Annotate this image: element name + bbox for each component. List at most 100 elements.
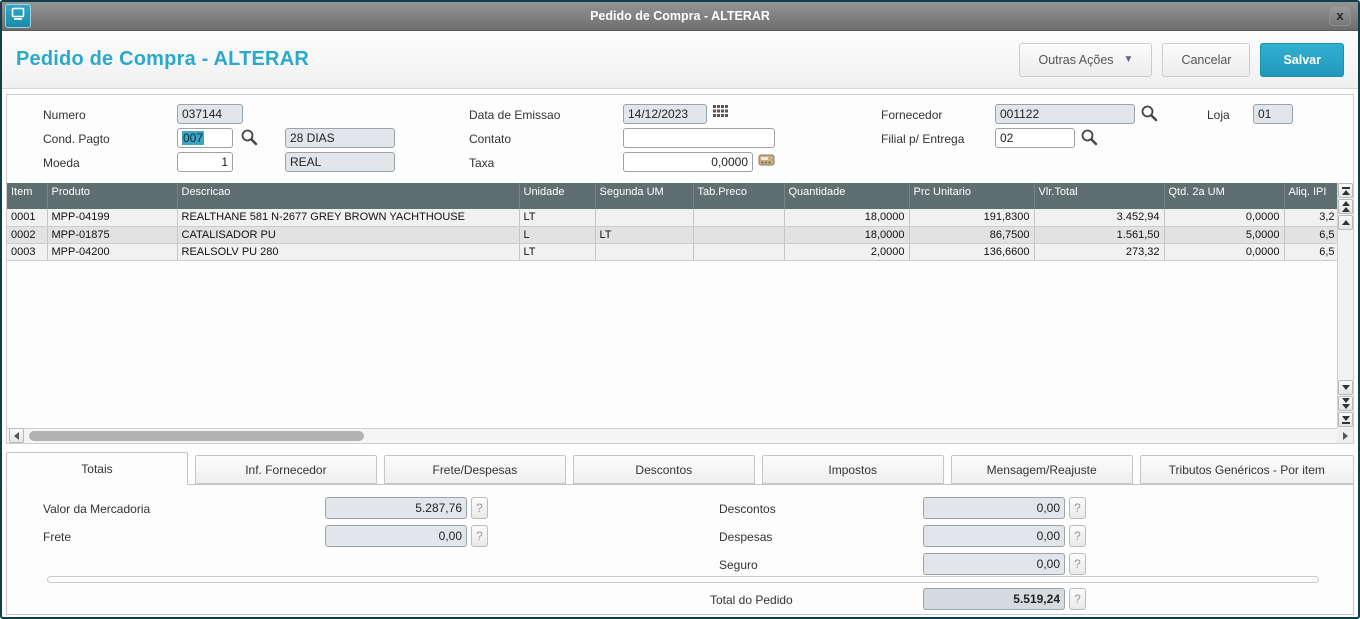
calculator-icon[interactable] <box>758 153 776 171</box>
cell-prc-unitario[interactable]: 136,6600 <box>909 243 1034 260</box>
cell-prc-unitario[interactable]: 86,7500 <box>909 226 1034 243</box>
tab-impostos[interactable]: Impostos <box>762 455 944 484</box>
col-item[interactable]: Item <box>7 183 47 209</box>
scroll-up-icon[interactable] <box>1338 215 1353 230</box>
cell-item[interactable]: 0001 <box>7 209 47 226</box>
outras-acoes-button[interactable]: Outras Ações ▼ <box>1019 43 1152 77</box>
grid-vertical-scrollbar[interactable] <box>1337 183 1353 428</box>
help-icon[interactable]: ? <box>1069 588 1086 610</box>
contato-field[interactable] <box>623 128 775 148</box>
moeda-field[interactable] <box>177 152 233 172</box>
help-icon[interactable]: ? <box>471 497 488 519</box>
tab-inf-fornecedor[interactable]: Inf. Fornecedor <box>195 455 377 484</box>
frete-field[interactable] <box>325 525 467 547</box>
total-pedido-label: Total do Pedido <box>710 593 793 607</box>
cell-quantidade[interactable]: 18,0000 <box>784 226 909 243</box>
cell-aliq-ipi[interactable]: 6,5 <box>1284 226 1339 243</box>
col-quantidade[interactable]: Quantidade <box>784 183 909 209</box>
cell-vlr-total[interactable]: 1.561,50 <box>1034 226 1164 243</box>
cell-produto[interactable]: MPP-04200 <box>47 243 177 260</box>
fornecedor-search-icon[interactable] <box>1140 104 1158 122</box>
scroll-page-down-icon[interactable] <box>1338 396 1353 411</box>
table-row[interactable]: 0003 MPP-04200 REALSOLV PU 280 LT 2,0000… <box>7 243 1339 260</box>
tab-frete-despesas[interactable]: Frete/Despesas <box>384 455 566 484</box>
cell-vlr-total[interactable]: 3.452,94 <box>1034 209 1164 226</box>
cond-pagto-field[interactable]: 007 <box>177 128 233 148</box>
cell-quantidade[interactable]: 18,0000 <box>784 209 909 226</box>
cell-quantidade[interactable]: 2,0000 <box>784 243 909 260</box>
cell-descricao[interactable]: REALSOLV PU 280 <box>177 243 519 260</box>
cell-qtd-2a-um[interactable]: 5,0000 <box>1164 226 1284 243</box>
cell-qtd-2a-um[interactable]: 0,0000 <box>1164 209 1284 226</box>
cell-item[interactable]: 0003 <box>7 243 47 260</box>
cell-vlr-total[interactable]: 273,32 <box>1034 243 1164 260</box>
cell-tab-preco[interactable] <box>693 209 784 226</box>
cell-item[interactable]: 0002 <box>7 226 47 243</box>
total-pedido-field[interactable] <box>923 588 1065 610</box>
col-produto[interactable]: Produto <box>47 183 177 209</box>
col-segunda-um[interactable]: Segunda UM <box>595 183 693 209</box>
close-icon[interactable]: x <box>1329 6 1351 26</box>
tab-descontos[interactable]: Descontos <box>573 455 755 484</box>
despesas-field[interactable] <box>923 525 1065 547</box>
tab-tributos-genericos[interactable]: Tributos Genéricos - Por item <box>1140 455 1354 484</box>
cell-descricao[interactable]: CATALISADOR PU <box>177 226 519 243</box>
valor-mercadoria-field[interactable] <box>325 497 467 519</box>
col-tab-preco[interactable]: Tab.Preco <box>693 183 784 209</box>
window-title: Pedido de Compra - ALTERAR <box>2 9 1358 23</box>
cancelar-button[interactable]: Cancelar <box>1162 43 1250 77</box>
moeda-desc-field[interactable] <box>285 152 395 172</box>
tab-mensagem-reajuste[interactable]: Mensagem/Reajuste <box>951 455 1133 484</box>
cell-aliq-ipi[interactable]: 3,2 <box>1284 209 1339 226</box>
cond-pagto-desc-field[interactable] <box>285 128 395 148</box>
descontos-field[interactable] <box>923 497 1065 519</box>
scroll-down-icon[interactable] <box>1338 380 1353 395</box>
scroll-left-icon[interactable] <box>9 428 24 443</box>
cell-segunda-um[interactable] <box>595 209 693 226</box>
col-vlr-total[interactable]: Vlr.Total <box>1034 183 1164 209</box>
calendar-icon[interactable] <box>713 105 731 123</box>
fornecedor-field[interactable] <box>995 104 1135 124</box>
cell-qtd-2a-um[interactable]: 0,0000 <box>1164 243 1284 260</box>
help-icon[interactable]: ? <box>1069 553 1086 575</box>
hscroll-thumb[interactable] <box>29 431 364 441</box>
help-icon[interactable]: ? <box>471 525 488 547</box>
tab-totais[interactable]: Totais <box>6 452 188 485</box>
scroll-right-icon[interactable] <box>1337 428 1353 443</box>
filial-entrega-field[interactable] <box>995 128 1075 148</box>
data-emissao-field[interactable] <box>623 104 707 124</box>
seguro-field[interactable] <box>923 553 1065 575</box>
cell-produto[interactable]: MPP-04199 <box>47 209 177 226</box>
col-unidade[interactable]: Unidade <box>519 183 595 209</box>
cell-unidade[interactable]: L <box>519 226 595 243</box>
col-qtd-2a-um[interactable]: Qtd. 2a UM <box>1164 183 1284 209</box>
table-row[interactable]: 0002 MPP-01875 CATALISADOR PU L LT 18,00… <box>7 226 1339 243</box>
col-descricao[interactable]: Descricao <box>177 183 519 209</box>
help-icon[interactable]: ? <box>1069 497 1086 519</box>
taxa-field[interactable] <box>623 152 753 172</box>
col-prc-unitario[interactable]: Prc Unitario <box>909 183 1034 209</box>
table-row[interactable]: 0001 MPP-04199 REALTHANE 581 N-2677 GREY… <box>7 209 1339 226</box>
scroll-to-bottom-icon[interactable] <box>1338 412 1353 427</box>
cell-segunda-um[interactable]: LT <box>595 226 693 243</box>
cond-pagto-search-icon[interactable] <box>240 128 258 146</box>
cell-aliq-ipi[interactable]: 6,5 <box>1284 243 1339 260</box>
cell-tab-preco[interactable] <box>693 243 784 260</box>
vscroll-track[interactable] <box>1338 231 1353 380</box>
scroll-to-top-icon[interactable] <box>1338 183 1353 198</box>
loja-field[interactable] <box>1253 104 1293 124</box>
col-aliq-ipi[interactable]: Aliq. IPI <box>1284 183 1339 209</box>
cell-prc-unitario[interactable]: 191,8300 <box>909 209 1034 226</box>
grid-horizontal-scrollbar[interactable] <box>7 428 1337 443</box>
numero-field[interactable] <box>177 104 243 124</box>
cell-produto[interactable]: MPP-01875 <box>47 226 177 243</box>
help-icon[interactable]: ? <box>1069 525 1086 547</box>
cell-unidade[interactable]: LT <box>519 209 595 226</box>
filial-entrega-search-icon[interactable] <box>1080 128 1098 146</box>
scroll-page-up-icon[interactable] <box>1338 199 1353 214</box>
cell-descricao[interactable]: REALTHANE 581 N-2677 GREY BROWN YACHTHOU… <box>177 209 519 226</box>
cell-unidade[interactable]: LT <box>519 243 595 260</box>
cell-tab-preco[interactable] <box>693 226 784 243</box>
salvar-button[interactable]: Salvar <box>1260 43 1344 77</box>
cell-segunda-um[interactable] <box>595 243 693 260</box>
